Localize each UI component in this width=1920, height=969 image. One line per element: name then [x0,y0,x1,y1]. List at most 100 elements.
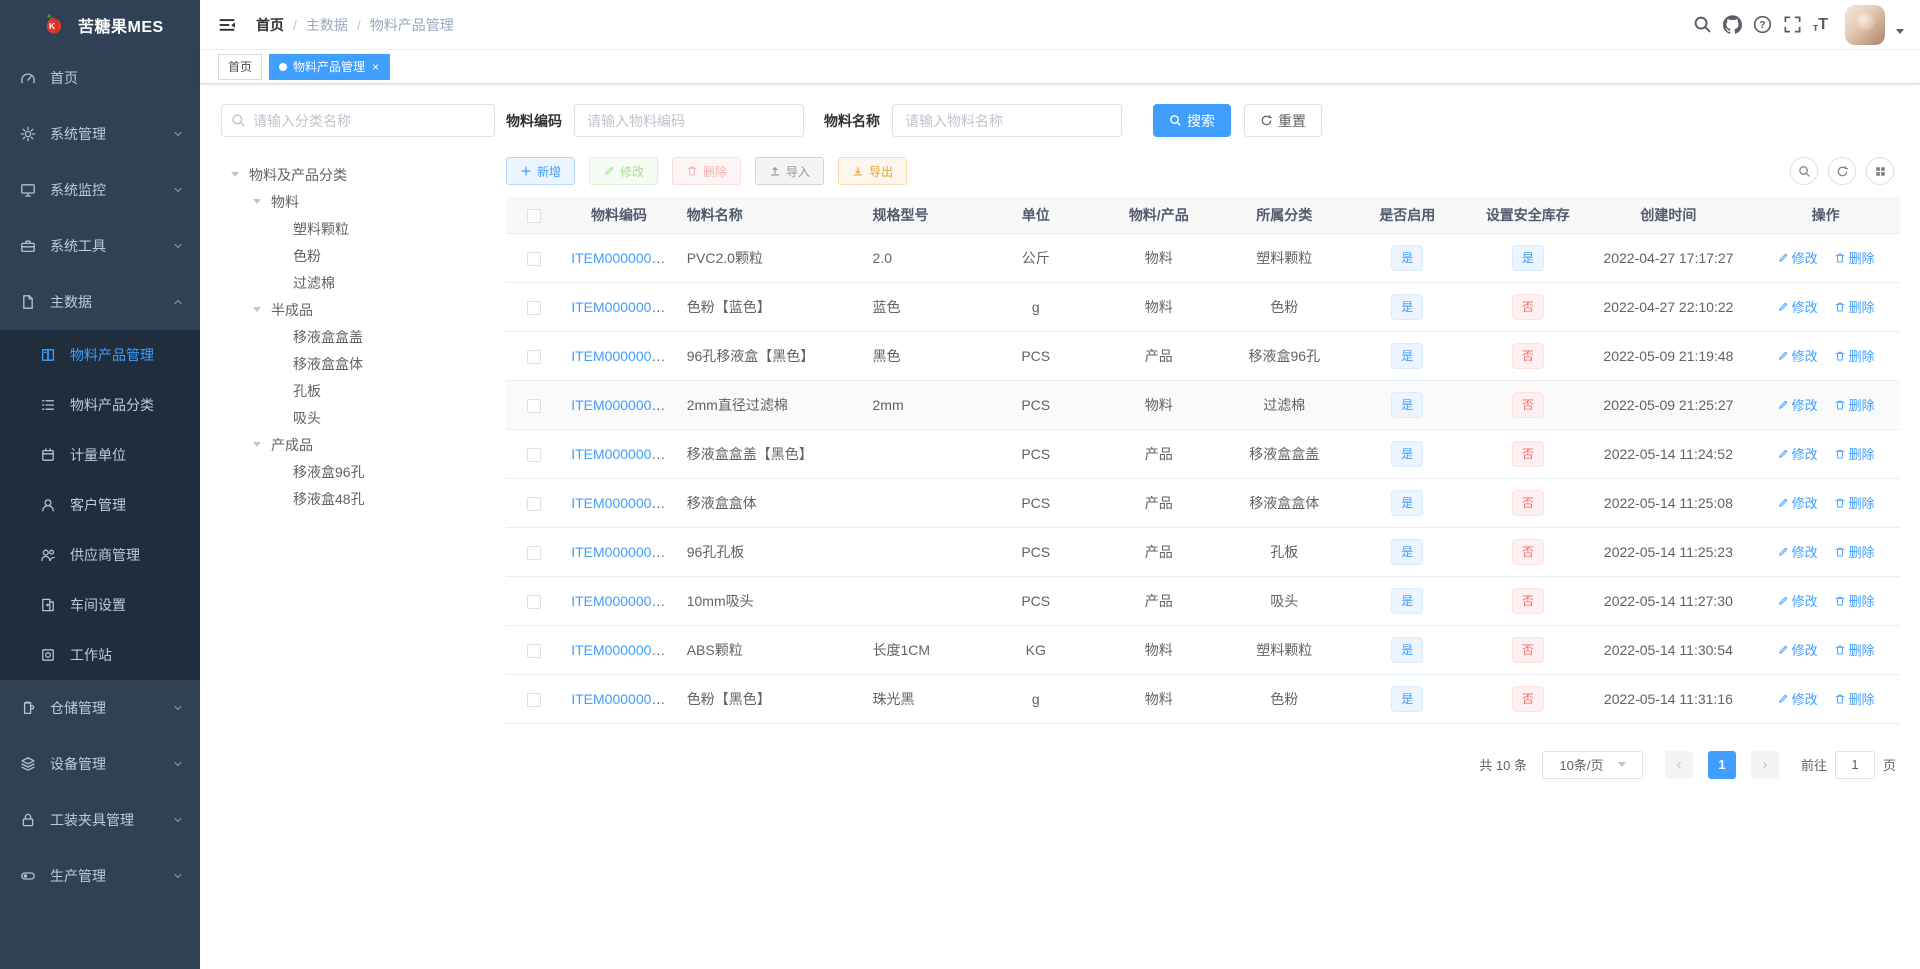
tree-expand-caret-icon[interactable] [229,168,249,181]
sidebar-item-生产管理[interactable]: 生产管理 [0,848,200,904]
row-delete-button[interactable]: 删除 [1834,444,1875,463]
tag-首页[interactable]: 首页 [218,53,263,80]
sidebar-item-工装夹具管理[interactable]: 工装夹具管理 [0,792,200,848]
row-edit-button[interactable]: 修改 [1777,689,1818,708]
row-edit-button[interactable]: 修改 [1777,297,1818,316]
tree-expand-caret-icon[interactable] [251,438,271,451]
item-code-link[interactable]: ITEM00000049 [571,397,667,413]
row-delete-button[interactable]: 删除 [1834,493,1875,512]
page-size-select[interactable]: 10条/页 [1541,750,1643,779]
导入-button[interactable]: 导入 [755,157,825,185]
sidebar-item-首页[interactable]: 首页 [0,50,200,106]
item-code-link[interactable]: ITEM00000051 [571,446,667,462]
row-edit-button[interactable]: 修改 [1777,640,1818,659]
row-checkbox[interactable] [526,545,541,560]
tree-node-移液盒96孔[interactable]: 移液盒96孔 [221,458,495,485]
sidebar-item-设备管理[interactable]: 设备管理 [0,736,200,792]
tree-node-色粉[interactable]: 色粉 [221,242,495,269]
tree-node-孔板[interactable]: 孔板 [221,377,495,404]
item-code-link[interactable]: ITEM00000052 [571,495,667,511]
row-checkbox[interactable] [526,496,541,511]
row-checkbox[interactable] [526,594,541,609]
sidebar-item-供应商管理[interactable]: 供应商管理 [0,530,200,580]
prev-page-button[interactable]: ‹ [1664,750,1693,779]
tree-node-半成品[interactable]: 半成品 [221,296,495,323]
item-code-link[interactable]: ITEM00000053 [571,544,667,560]
show-search-icon[interactable] [1790,157,1818,185]
category-search-input[interactable] [222,105,494,136]
sidebar-item-物料产品管理[interactable]: 物料产品管理 [0,330,200,380]
fullscreen-icon[interactable] [1783,15,1802,34]
close-icon[interactable]: × [371,61,380,73]
row-delete-button[interactable]: 删除 [1834,591,1875,610]
sidebar-item-系统工具[interactable]: 系统工具 [0,218,200,274]
row-edit-button[interactable]: 修改 [1777,542,1818,561]
avatar[interactable] [1845,4,1885,45]
row-checkbox[interactable] [526,643,541,658]
tag-物料产品管理[interactable]: 物料产品管理 × [269,53,391,80]
sidebar-fold-icon[interactable] [218,16,236,34]
item-code-link[interactable]: ITEM00000041 [571,299,667,315]
row-checkbox[interactable] [526,447,541,462]
tree-node-过滤棉[interactable]: 过滤棉 [221,269,495,296]
tree-node-移液盒48孔[interactable]: 移液盒48孔 [221,485,495,512]
row-delete-button[interactable]: 删除 [1834,395,1875,414]
github-icon[interactable] [1722,15,1742,34]
tree-node-塑料颗粒[interactable]: 塑料颗粒 [221,215,495,242]
row-checkbox[interactable] [526,398,541,413]
app-logo[interactable]: K 苦糖果MES [0,0,200,50]
row-edit-button[interactable]: 修改 [1777,591,1818,610]
导出-button[interactable]: 导出 [838,157,908,185]
font-size-icon[interactable]: тT [1813,15,1828,35]
material-name-input[interactable] [892,104,1122,137]
row-delete-button[interactable]: 删除 [1834,689,1875,708]
sidebar-item-仓储管理[interactable]: 仓储管理 [0,680,200,736]
breadcrumb-item[interactable]: 主数据 [306,15,348,35]
sidebar-item-系统管理[interactable]: 系统管理 [0,106,200,162]
search-button[interactable]: 搜索 [1153,104,1231,137]
tree-node-移液盒盒体[interactable]: 移液盒盒体 [221,350,495,377]
row-delete-button[interactable]: 删除 [1834,346,1875,365]
row-checkbox[interactable] [526,300,541,315]
删除-button[interactable]: 删除 [672,157,742,185]
row-edit-button[interactable]: 修改 [1777,493,1818,512]
tree-expand-caret-icon[interactable] [251,303,271,316]
row-checkbox[interactable] [526,692,541,707]
search-icon[interactable] [1693,15,1712,34]
sidebar-item-物料产品分类[interactable]: 物料产品分类 [0,380,200,430]
修改-button[interactable]: 修改 [589,157,659,185]
breadcrumb-item[interactable]: 首页 [256,15,284,35]
row-delete-button[interactable]: 删除 [1834,297,1875,316]
select-all-checkbox[interactable] [526,208,541,223]
item-code-link[interactable]: ITEM00000054 [571,593,667,609]
row-delete-button[interactable]: 删除 [1834,248,1875,267]
page-1-button[interactable]: 1 [1707,750,1736,779]
row-edit-button[interactable]: 修改 [1777,444,1818,463]
新增-button[interactable]: 新增 [506,157,576,185]
tree-expand-caret-icon[interactable] [251,195,271,208]
sidebar-item-车间设置[interactable]: 车间设置 [0,580,200,630]
sidebar-item-工作站[interactable]: 工作站 [0,630,200,680]
tree-node-物料[interactable]: 物料 [221,188,495,215]
row-checkbox[interactable] [526,251,541,266]
goto-page-input[interactable] [1834,750,1875,779]
tree-node-物料及产品分类[interactable]: 物料及产品分类 [221,161,495,188]
sidebar-item-主数据[interactable]: 主数据 [0,274,200,330]
row-edit-button[interactable]: 修改 [1777,248,1818,267]
refresh-icon[interactable] [1828,157,1856,185]
help-icon[interactable]: ? [1753,15,1772,34]
next-page-button[interactable]: › [1750,750,1779,779]
tree-node-产成品[interactable]: 产成品 [221,431,495,458]
item-code-link[interactable]: ITEM00000055 [571,642,667,658]
item-code-link[interactable]: ITEM00000056 [571,691,667,707]
sidebar-item-系统监控[interactable]: 系统监控 [0,162,200,218]
tree-node-移液盒盒盖[interactable]: 移液盒盒盖 [221,323,495,350]
reset-button[interactable]: 重置 [1244,104,1322,137]
caret-down-icon[interactable] [1896,29,1904,38]
columns-grid-icon[interactable] [1866,157,1894,185]
row-delete-button[interactable]: 删除 [1834,542,1875,561]
material-code-input[interactable] [574,104,804,137]
sidebar-item-计量单位[interactable]: 计量单位 [0,430,200,480]
row-delete-button[interactable]: 删除 [1834,640,1875,659]
row-checkbox[interactable] [526,349,541,364]
